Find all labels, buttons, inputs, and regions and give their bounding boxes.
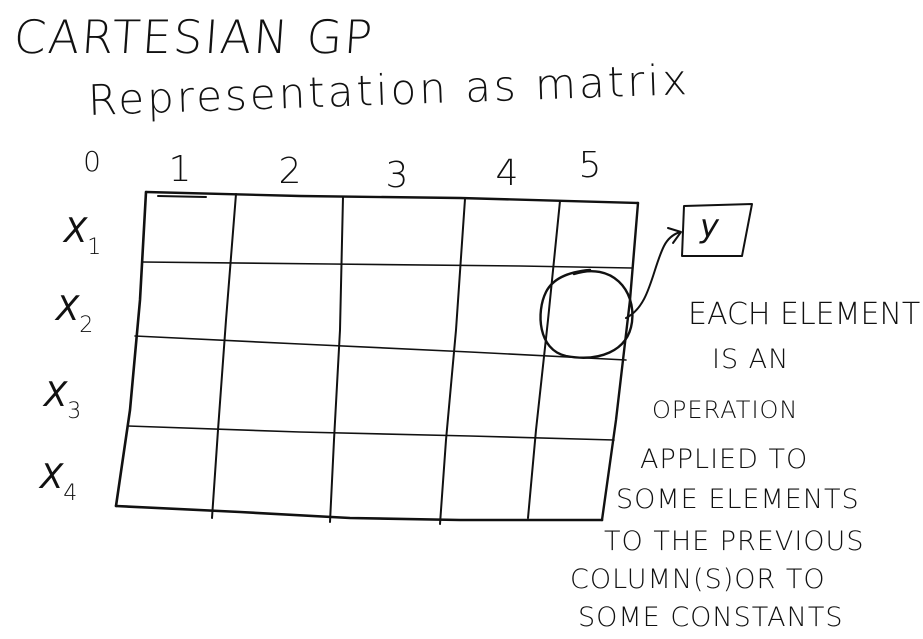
note-line: SOME ELEMENTS xyxy=(616,484,860,515)
highlight-circle xyxy=(539,268,634,359)
output-label: y xyxy=(700,207,719,245)
grid-right-edge xyxy=(600,201,640,522)
note-line: OPERATION xyxy=(652,396,799,424)
row-separator xyxy=(127,425,615,441)
row-separator xyxy=(141,261,633,269)
note-line: IS AN xyxy=(712,344,790,375)
column-separator xyxy=(439,198,466,525)
note-line: TO THE PREVIOUS xyxy=(604,526,865,557)
note-line: SOME CONSTANTS xyxy=(578,602,844,633)
underline-column-1 xyxy=(157,195,207,198)
note-line: APPLIED TO xyxy=(640,444,809,475)
grid-top-edge xyxy=(144,190,640,205)
grid-left-edge xyxy=(114,190,148,508)
note-line: COLUMN(S)OR TO xyxy=(570,564,826,595)
column-separator xyxy=(527,200,561,519)
column-separator xyxy=(211,193,237,519)
note-line: EACH ELEMENT xyxy=(688,297,921,332)
column-separator xyxy=(329,196,344,523)
